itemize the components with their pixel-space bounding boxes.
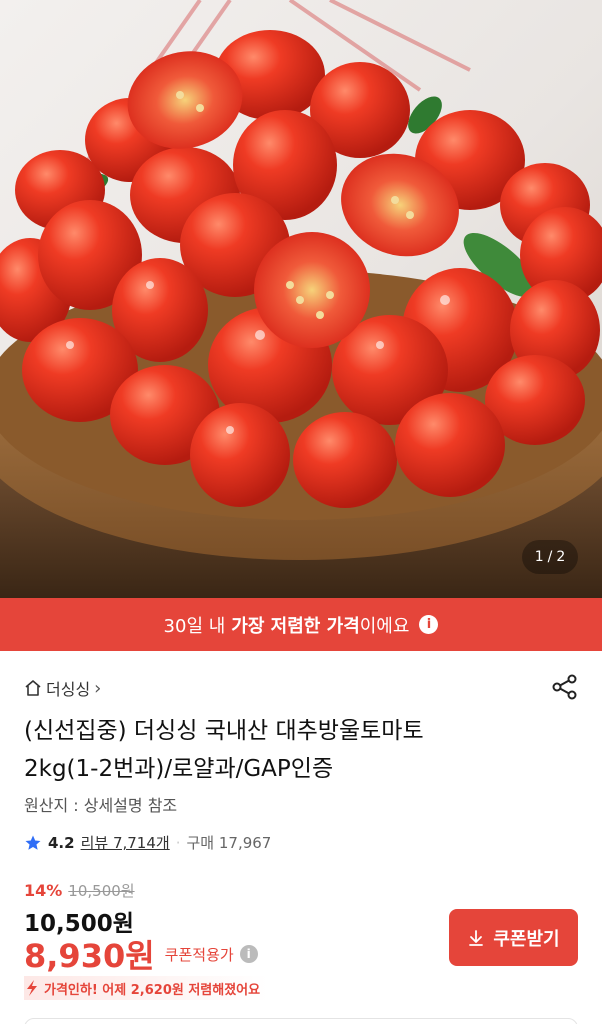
image-index: 1: [534, 549, 544, 565]
coupon-price: 8,930원: [24, 937, 155, 975]
price-down-arrow-icon: [27, 980, 37, 996]
original-price: 10,500원: [68, 882, 135, 900]
info-icon[interactable]: i: [419, 615, 439, 634]
discount-row: 14% 10,500원: [24, 880, 135, 901]
title-line-1: (신선집중) 더싱싱 국내산 대추방울토마토: [24, 718, 424, 744]
option-card: [24, 1018, 578, 1024]
info-icon[interactable]: i: [239, 945, 258, 963]
product-image[interactable]: 1 / 2: [0, 0, 602, 598]
image-total: 2: [556, 549, 566, 565]
review-count-link[interactable]: 리뷰 7,714개: [81, 832, 170, 853]
product-title: (신선집중) 더싱싱 국내산 대추방울토마토 2kg(1-2번과)/로얄과/GA…: [24, 712, 584, 788]
discount-percent: 14%: [24, 881, 63, 900]
separator: ·: [175, 833, 181, 852]
rating-row[interactable]: 4.2 리뷰 7,714개 · 구매 17,967: [24, 832, 271, 853]
lowest-price-banner[interactable]: 30일 내 가장 저렴한 가격 이에요 i: [0, 598, 602, 651]
download-icon: [469, 929, 484, 946]
image-counter: 1 / 2: [522, 540, 578, 574]
title-line-2: 2kg(1-2번과)/로얄과/GAP인증: [24, 756, 334, 782]
share-icon[interactable]: [550, 672, 580, 702]
store-name: 더싱싱: [46, 680, 91, 699]
rating-score: 4.2: [48, 833, 75, 852]
get-coupon-label: 쿠폰받기: [493, 928, 560, 950]
coupon-applied-label: 쿠폰적용가: [164, 945, 234, 964]
image-counter-separator: /: [547, 549, 553, 565]
product-photo: [0, 0, 602, 598]
origin-info: 원산지 : 상세설명 참조: [24, 796, 178, 815]
banner-suffix: 이에요: [359, 615, 410, 637]
coupon-price-row: 8,930원 쿠폰적용가 i: [24, 931, 258, 977]
banner-prefix: 30일 내: [163, 615, 226, 637]
star-icon: [25, 835, 41, 850]
price-drop-text: 가격인하! 어제 2,620원 저렴해졌어요: [44, 982, 261, 998]
purchase-count: 구매 17,967: [186, 834, 272, 852]
get-coupon-button[interactable]: 쿠폰받기: [449, 909, 578, 966]
chevron-right-icon: ›: [94, 677, 102, 699]
price-drop-note: 가격인하! 어제 2,620원 저렴해졌어요: [24, 976, 269, 1000]
banner-emphasis: 가장 저렴한 가격: [231, 615, 360, 637]
store-link[interactable]: 더싱싱 ›: [24, 676, 101, 700]
home-icon: [25, 680, 41, 696]
